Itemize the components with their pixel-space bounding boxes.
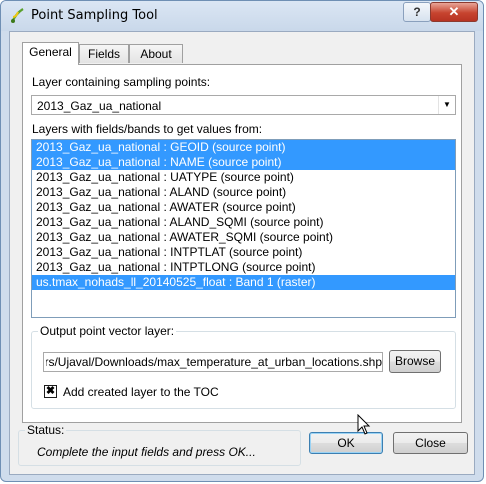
- sampling-layer-label: Layer containing sampling points:: [32, 75, 211, 89]
- window-title: Point Sampling Tool: [31, 8, 158, 23]
- list-item[interactable]: 2013_Gaz_ua_national : INTPTLONG (source…: [32, 260, 455, 275]
- help-button[interactable]: ?: [403, 2, 431, 22]
- output-path-field[interactable]: [43, 352, 383, 372]
- list-item[interactable]: us.tmax_nohads_ll_20140525_float : Band …: [32, 275, 455, 290]
- sampling-layer-select[interactable]: 2013_Gaz_ua_national ▼: [31, 95, 456, 115]
- list-item[interactable]: 2013_Gaz_ua_national : GEOID (source poi…: [32, 140, 455, 155]
- list-item[interactable]: 2013_Gaz_ua_national : AWATER (source po…: [32, 200, 455, 215]
- fields-list-label: Layers with fields/bands to get values f…: [32, 122, 263, 136]
- mouse-pointer-icon: [357, 414, 371, 435]
- output-layer-group: Output point vector layer: Browse ✖ Add …: [31, 324, 456, 409]
- add-layer-label: Add created layer to the TOC: [63, 385, 219, 399]
- title-bar[interactable]: Point Sampling Tool ? ✕: [1, 1, 483, 31]
- list-item[interactable]: 2013_Gaz_ua_national : NAME (source poin…: [32, 155, 455, 170]
- fields-list[interactable]: 2013_Gaz_ua_national : GEOID (source poi…: [31, 139, 456, 318]
- qgis-app-icon: [11, 8, 24, 23]
- tab-about[interactable]: About: [129, 44, 183, 63]
- general-tab-panel: Layer containing sampling points: 2013_G…: [22, 64, 462, 423]
- list-item[interactable]: 2013_Gaz_ua_national : INTPTLAT (source …: [32, 245, 455, 260]
- close-window-button[interactable]: ✕: [430, 2, 478, 22]
- dialog-window: Point Sampling Tool ? ✕ General Fields A…: [0, 0, 484, 482]
- close-button[interactable]: Close: [393, 432, 468, 454]
- tab-fields[interactable]: Fields: [79, 44, 129, 63]
- list-item[interactable]: 2013_Gaz_ua_national : AWATER_SQMI (sour…: [32, 230, 455, 245]
- browse-button[interactable]: Browse: [389, 350, 441, 373]
- sampling-layer-value: 2013_Gaz_ua_national: [37, 99, 162, 113]
- ok-button[interactable]: OK: [309, 432, 383, 454]
- list-item[interactable]: 2013_Gaz_ua_national : ALAND_SQMI (sourc…: [32, 215, 455, 230]
- status-label: Status:: [25, 423, 67, 437]
- chevron-down-icon[interactable]: ▼: [438, 96, 455, 114]
- dialog-body: General Fields About Layer containing sa…: [9, 31, 475, 475]
- status-message: Complete the input fields and press OK..…: [37, 445, 256, 459]
- list-item[interactable]: 2013_Gaz_ua_national : UATYPE (source po…: [32, 170, 455, 185]
- status-group: Status: Complete the input fields and pr…: [18, 423, 301, 466]
- output-path-input[interactable]: [44, 353, 382, 371]
- output-layer-label: Output point vector layer:: [38, 324, 177, 338]
- list-item[interactable]: 2013_Gaz_ua_national : ALAND (source poi…: [32, 185, 455, 200]
- add-layer-checkbox[interactable]: ✖: [44, 385, 57, 398]
- tab-general[interactable]: General: [22, 42, 79, 65]
